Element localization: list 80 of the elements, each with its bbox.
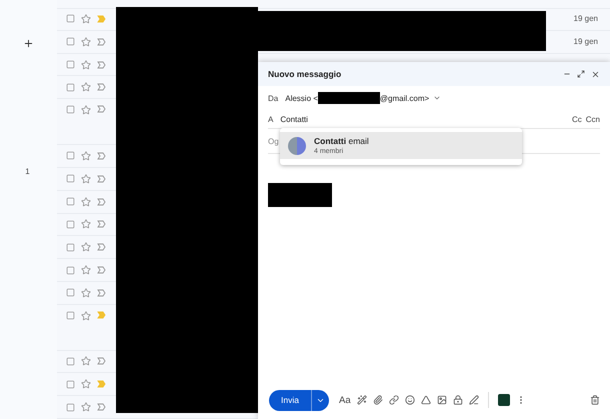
checkbox[interactable] xyxy=(66,266,75,275)
importance-marker-icon[interactable] xyxy=(97,60,106,69)
emoji-icon[interactable] xyxy=(404,395,415,405)
checkbox[interactable] xyxy=(66,310,75,320)
star-icon[interactable] xyxy=(81,379,91,390)
star-icon[interactable] xyxy=(81,402,91,412)
checkbox[interactable] xyxy=(66,82,75,92)
to-label: A xyxy=(268,114,274,124)
from-label: Da xyxy=(268,94,278,102)
importance-marker-icon[interactable] xyxy=(97,310,106,319)
star-icon[interactable] xyxy=(81,265,91,276)
importance-marker-icon[interactable] xyxy=(97,357,106,366)
checkbox[interactable] xyxy=(66,380,75,389)
star-icon[interactable] xyxy=(81,105,91,116)
checkbox[interactable] xyxy=(66,174,75,184)
star-icon[interactable] xyxy=(81,14,91,24)
group-avatar xyxy=(288,136,306,154)
pen-icon[interactable] xyxy=(468,395,479,405)
checkbox[interactable] xyxy=(66,402,75,412)
subject-placeholder: Og xyxy=(268,136,279,146)
importance-marker-icon[interactable] xyxy=(97,38,106,46)
star-icon[interactable] xyxy=(81,82,91,92)
mail-date: 19 gen xyxy=(574,37,598,46)
star-icon[interactable] xyxy=(81,356,91,366)
importance-marker-icon[interactable] xyxy=(97,380,106,388)
checkbox[interactable] xyxy=(66,37,75,46)
star-icon[interactable] xyxy=(81,310,91,321)
importance-marker-icon[interactable] xyxy=(97,174,106,183)
redaction-block xyxy=(268,183,332,207)
importance-marker-icon[interactable] xyxy=(97,403,106,412)
caret-icon[interactable] xyxy=(433,94,442,102)
star-icon[interactable] xyxy=(81,242,91,252)
importance-marker-icon[interactable] xyxy=(97,105,106,114)
lock-icon[interactable] xyxy=(452,395,463,405)
bcc-link[interactable]: Ccn xyxy=(586,114,600,124)
star-icon[interactable] xyxy=(81,36,91,47)
checkbox[interactable] xyxy=(66,14,75,24)
magic-pen-icon[interactable] xyxy=(356,395,367,405)
checkbox[interactable] xyxy=(66,356,75,366)
star-icon[interactable] xyxy=(81,174,91,184)
star-icon[interactable] xyxy=(81,219,91,230)
checkbox[interactable] xyxy=(66,151,75,160)
importance-marker-icon[interactable] xyxy=(97,152,106,160)
link-icon[interactable] xyxy=(388,395,399,405)
send-button[interactable]: Invia xyxy=(269,390,311,410)
checkbox[interactable] xyxy=(66,288,75,298)
checkbox[interactable] xyxy=(66,60,75,70)
checkbox[interactable] xyxy=(66,220,75,229)
image-icon[interactable] xyxy=(436,395,447,405)
importance-marker-icon[interactable] xyxy=(97,243,106,252)
star-icon[interactable] xyxy=(81,60,91,70)
checkbox[interactable] xyxy=(66,197,75,206)
mail-date: 19 gen xyxy=(574,14,598,24)
star-icon[interactable] xyxy=(81,288,91,298)
compose-title: Nuovo messaggio xyxy=(268,69,342,79)
send-options-button[interactable] xyxy=(311,390,329,410)
sender-domain: @gmail.com> xyxy=(380,94,430,102)
expand-icon[interactable] xyxy=(577,70,585,78)
importance-marker-icon[interactable] xyxy=(97,198,106,206)
importance-marker-icon[interactable] xyxy=(97,220,106,228)
importance-marker-icon[interactable] xyxy=(97,14,106,23)
cc-link[interactable]: Cc xyxy=(572,114,582,124)
format-button[interactable]: Aa xyxy=(339,394,351,406)
checkbox[interactable] xyxy=(66,105,75,114)
suggestion-name: Contatti email xyxy=(314,136,369,146)
plus-icon[interactable] xyxy=(23,38,34,49)
recipient-text[interactable]: Contatti xyxy=(280,114,308,124)
importance-marker-icon[interactable] xyxy=(97,288,106,297)
importance-marker-icon[interactable] xyxy=(97,266,106,274)
close-icon[interactable] xyxy=(591,70,600,78)
app-icon[interactable] xyxy=(498,394,510,406)
attach-icon[interactable] xyxy=(372,395,383,405)
label-count: 1 xyxy=(25,167,30,176)
checkbox[interactable] xyxy=(66,242,75,252)
trash-icon[interactable] xyxy=(590,395,600,405)
redaction-block xyxy=(318,92,380,104)
star-icon[interactable] xyxy=(81,150,91,161)
importance-marker-icon[interactable] xyxy=(97,83,106,92)
sender-name: Alessio < xyxy=(285,94,318,102)
star-icon[interactable] xyxy=(81,196,91,207)
